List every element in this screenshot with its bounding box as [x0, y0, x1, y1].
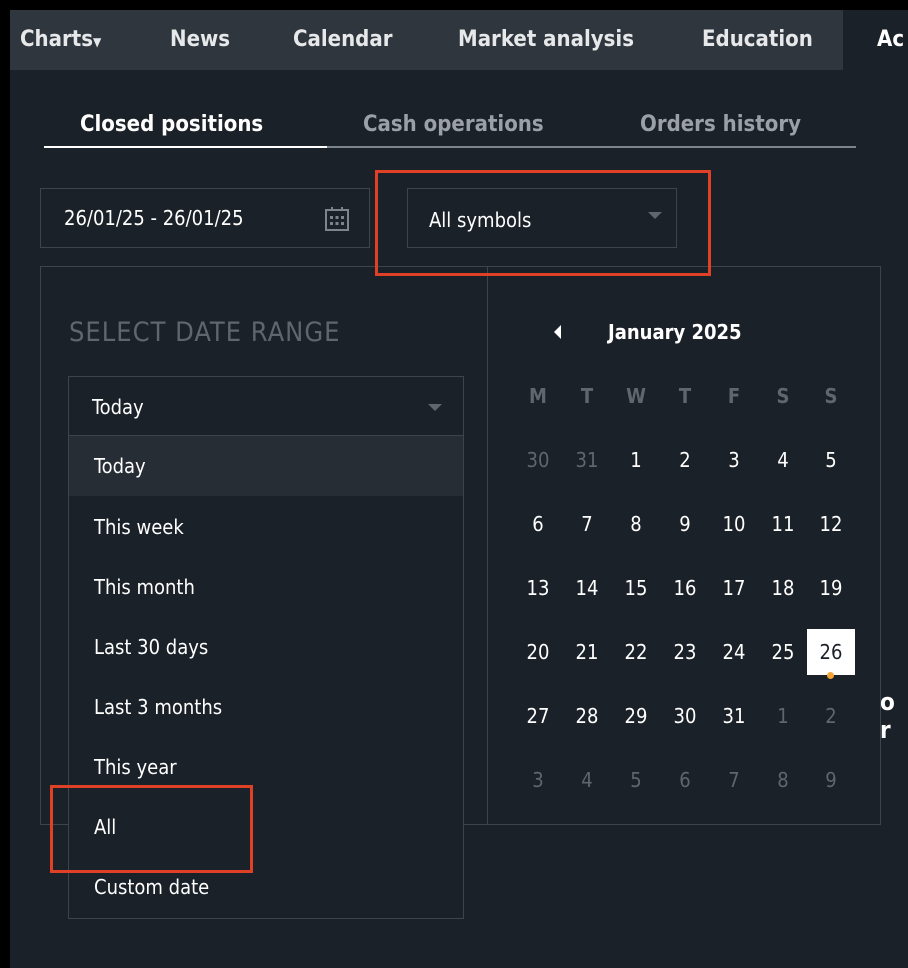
calendar-day[interactable]: 14	[563, 576, 611, 600]
nav-market-analysis[interactable]: Market analysis	[458, 27, 634, 52]
weekday-label: W	[626, 384, 646, 408]
tab-cash-operations[interactable]: Cash operations	[363, 112, 544, 137]
calendar-day[interactable]: 6	[661, 768, 709, 792]
calendar-day[interactable]: 2	[661, 448, 709, 472]
nav-charts[interactable]: Charts	[20, 27, 93, 52]
today-dot	[827, 672, 834, 679]
calendar-day[interactable]: 27	[514, 704, 562, 728]
calendar-day[interactable]: 11	[759, 512, 807, 536]
calendar-day[interactable]: 12	[807, 512, 855, 536]
weekday-label: M	[529, 384, 547, 408]
top-strip	[0, 0, 908, 10]
calendar-day[interactable]: 28	[563, 704, 611, 728]
calendar-day[interactable]: 29	[612, 704, 660, 728]
chevron-down-icon[interactable]: ▼	[93, 35, 101, 49]
nav-account[interactable]: Ac	[877, 27, 904, 52]
calendar-day[interactable]: 19	[807, 576, 855, 600]
calendar-day[interactable]: 6	[514, 512, 562, 536]
calendar-day[interactable]: 17	[710, 576, 758, 600]
option-this-month[interactable]: This month	[69, 557, 463, 617]
highlight-box-all	[50, 785, 253, 873]
calendar-day[interactable]: 31	[710, 704, 758, 728]
date-range-selected: Today	[92, 395, 144, 419]
calendar-day[interactable]: 4	[563, 768, 611, 792]
calendar-day[interactable]: 8	[759, 768, 807, 792]
calendar-day[interactable]: 31	[563, 448, 611, 472]
background-text: o r	[880, 688, 895, 744]
calendar-day[interactable]: 30	[661, 704, 709, 728]
calendar-day[interactable]: 24	[710, 640, 758, 664]
calendar-day[interactable]: 7	[710, 768, 758, 792]
nav-calendar[interactable]: Calendar	[293, 27, 392, 52]
date-range-title: SELECT DATE RANGE	[69, 317, 341, 348]
date-range-value: 26/01/25 - 26/01/25	[64, 206, 244, 230]
calendar-day[interactable]: 15	[612, 576, 660, 600]
nav-news[interactable]: News	[170, 27, 230, 52]
calendar-day[interactable]: 3	[710, 448, 758, 472]
calendar-icon[interactable]	[325, 207, 349, 231]
calendar-day[interactable]: 1	[759, 704, 807, 728]
calendar-day[interactable]: 8	[612, 512, 660, 536]
weekday-label: F	[727, 384, 741, 408]
calendar-day[interactable]: 21	[563, 640, 611, 664]
calendar-day[interactable]: 16	[661, 576, 709, 600]
nav-education[interactable]: Education	[702, 27, 813, 52]
tabs: Closed positions Cash operations Orders …	[44, 110, 856, 148]
calendar-day[interactable]: 5	[807, 448, 855, 472]
tab-orders-history[interactable]: Orders history	[640, 112, 801, 137]
option-last-3-months[interactable]: Last 3 months	[69, 677, 463, 737]
calendar-day[interactable]: 9	[807, 768, 855, 792]
calendar-day[interactable]: 4	[759, 448, 807, 472]
calendar-day[interactable]: 25	[759, 640, 807, 664]
active-tab-indicator	[44, 146, 327, 148]
top-nav: Charts ▼ News Calendar Market analysis E…	[10, 10, 843, 70]
calendar-day-selected[interactable]: 26	[807, 629, 855, 675]
date-range-field[interactable]: 26/01/25 - 26/01/25	[40, 188, 370, 248]
weekday-label: T	[678, 384, 692, 408]
weekday-label: S	[824, 384, 838, 408]
weekday-label: T	[580, 384, 594, 408]
calendar-day[interactable]: 22	[612, 640, 660, 664]
tab-closed-positions[interactable]: Closed positions	[80, 112, 263, 137]
date-range-select[interactable]: Today	[68, 376, 464, 436]
calendar-day[interactable]: 7	[563, 512, 611, 536]
calendar-day[interactable]: 10	[710, 512, 758, 536]
option-last-30-days[interactable]: Last 30 days	[69, 617, 463, 677]
calendar-day[interactable]: 13	[514, 576, 562, 600]
calendar-day[interactable]: 5	[612, 768, 660, 792]
calendar-day[interactable]: 23	[661, 640, 709, 664]
calendar-day[interactable]: 20	[514, 640, 562, 664]
panel-divider	[487, 267, 488, 824]
calendar-day[interactable]: 2	[807, 704, 855, 728]
calendar-day[interactable]: 9	[661, 512, 709, 536]
left-strip	[0, 0, 10, 968]
calendar-day[interactable]: 1	[612, 448, 660, 472]
calendar-month: January 2025	[608, 320, 742, 344]
calendar-day[interactable]: 3	[514, 768, 562, 792]
calendar-day[interactable]: 18	[759, 576, 807, 600]
weekday-label: S	[776, 384, 790, 408]
chevron-down-icon	[428, 404, 442, 411]
option-today[interactable]: Today	[69, 436, 463, 496]
option-this-week[interactable]: This week	[69, 497, 463, 557]
highlight-box-symbols	[375, 170, 711, 276]
calendar-day[interactable]: 30	[514, 448, 562, 472]
previous-month-icon[interactable]	[554, 325, 561, 339]
